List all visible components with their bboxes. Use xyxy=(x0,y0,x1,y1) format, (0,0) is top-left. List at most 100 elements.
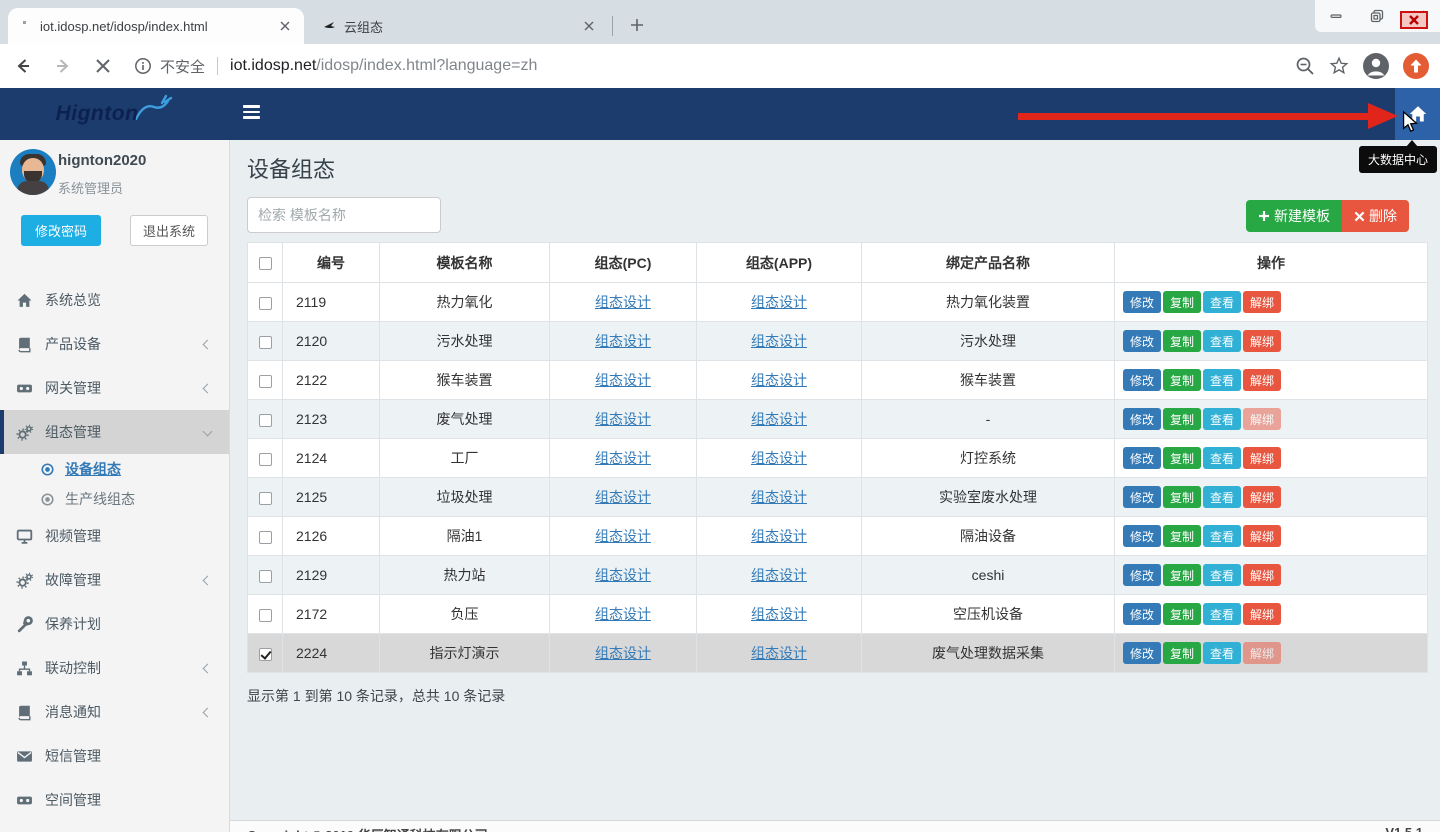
row-checkbox[interactable] xyxy=(259,414,272,427)
unbind-button[interactable]: 解绑 xyxy=(1243,369,1281,391)
app-config-link[interactable]: 组态设计 xyxy=(751,333,807,349)
unbind-button[interactable]: 解绑 xyxy=(1243,564,1281,586)
pc-config-link[interactable]: 组态设计 xyxy=(595,372,651,388)
app-config-link[interactable]: 组态设计 xyxy=(751,528,807,544)
new-tab-button[interactable] xyxy=(624,12,650,38)
sidebar-item[interactable]: 联动控制 xyxy=(0,646,229,690)
row-checkbox[interactable] xyxy=(259,336,272,349)
pc-config-link[interactable]: 组态设计 xyxy=(595,411,651,427)
tab-close-icon[interactable] xyxy=(580,17,598,35)
app-config-link[interactable]: 组态设计 xyxy=(751,372,807,388)
sidebar-item[interactable]: 空间管理 xyxy=(0,778,229,822)
info-icon[interactable] xyxy=(134,57,152,75)
view-button[interactable]: 查看 xyxy=(1203,564,1241,586)
search-input[interactable] xyxy=(247,197,441,233)
copy-button[interactable]: 复制 xyxy=(1163,447,1201,469)
select-all-checkbox[interactable] xyxy=(259,257,272,270)
app-config-link[interactable]: 组态设计 xyxy=(751,489,807,505)
sidebar-item[interactable]: 组态管理 xyxy=(0,410,229,454)
stop-loading-button[interactable] xyxy=(86,49,120,83)
sidebar-item[interactable]: 故障管理 xyxy=(0,558,229,602)
profile-avatar-icon[interactable] xyxy=(1362,52,1390,80)
app-config-link[interactable]: 组态设计 xyxy=(751,294,807,310)
sidebar-subitem[interactable]: 设备组态 xyxy=(0,454,229,484)
change-password-button[interactable]: 修改密码 xyxy=(21,215,101,246)
view-button[interactable]: 查看 xyxy=(1203,603,1241,625)
copy-button[interactable]: 复制 xyxy=(1163,369,1201,391)
delete-button[interactable]: 删除 xyxy=(1342,200,1409,232)
column-header[interactable]: 操作 xyxy=(1115,243,1428,283)
row-checkbox[interactable] xyxy=(259,297,272,310)
modify-button[interactable]: 修改 xyxy=(1123,486,1161,508)
app-config-link[interactable]: 组态设计 xyxy=(751,411,807,427)
browser-tab-current[interactable]: iot.idosp.net/idosp/index.html xyxy=(8,8,304,44)
view-button[interactable]: 查看 xyxy=(1203,408,1241,430)
column-header[interactable]: 编号 xyxy=(283,243,380,283)
copy-button[interactable]: 复制 xyxy=(1163,603,1201,625)
unbind-button[interactable]: 解绑 xyxy=(1243,486,1281,508)
user-avatar[interactable] xyxy=(10,149,56,195)
copy-button[interactable]: 复制 xyxy=(1163,408,1201,430)
unbind-button[interactable]: 解绑 xyxy=(1243,408,1281,430)
modify-button[interactable]: 修改 xyxy=(1123,564,1161,586)
url-field[interactable]: 不安全 iot.idosp.net /idosp/index.html?lang… xyxy=(134,56,1294,77)
modify-button[interactable]: 修改 xyxy=(1123,369,1161,391)
view-button[interactable]: 查看 xyxy=(1203,369,1241,391)
app-config-link[interactable]: 组态设计 xyxy=(751,606,807,622)
modify-button[interactable]: 修改 xyxy=(1123,447,1161,469)
browser-update-icon[interactable] xyxy=(1402,52,1430,80)
sidebar-subitem[interactable]: 生产线组态 xyxy=(0,484,229,514)
pc-config-link[interactable]: 组态设计 xyxy=(595,528,651,544)
modify-button[interactable]: 修改 xyxy=(1123,642,1161,664)
browser-tab-secondary[interactable]: 云组态 xyxy=(312,8,608,44)
back-button[interactable] xyxy=(6,49,40,83)
window-minimize-button[interactable] xyxy=(1321,5,1351,27)
zoom-icon[interactable] xyxy=(1294,55,1316,77)
copy-button[interactable]: 复制 xyxy=(1163,564,1201,586)
unbind-button[interactable]: 解绑 xyxy=(1243,447,1281,469)
copy-button[interactable]: 复制 xyxy=(1163,525,1201,547)
row-checkbox[interactable] xyxy=(259,375,272,388)
sidebar-item[interactable]: 系统总览 xyxy=(0,278,229,322)
sidebar-item[interactable]: 消息通知 xyxy=(0,690,229,734)
column-header[interactable]: 模板名称 xyxy=(380,243,550,283)
column-header[interactable]: 绑定产品名称 xyxy=(862,243,1115,283)
modify-button[interactable]: 修改 xyxy=(1123,525,1161,547)
column-header[interactable]: 组态(PC) xyxy=(550,243,697,283)
copy-button[interactable]: 复制 xyxy=(1163,642,1201,664)
app-config-link[interactable]: 组态设计 xyxy=(751,450,807,466)
bookmark-star-icon[interactable] xyxy=(1328,55,1350,77)
app-config-link[interactable]: 组态设计 xyxy=(751,645,807,661)
modify-button[interactable]: 修改 xyxy=(1123,603,1161,625)
copy-button[interactable]: 复制 xyxy=(1163,291,1201,313)
row-checkbox[interactable] xyxy=(259,648,272,661)
modify-button[interactable]: 修改 xyxy=(1123,408,1161,430)
sidebar-item[interactable]: 产品设备 xyxy=(0,322,229,366)
window-close-button[interactable] xyxy=(1404,5,1434,27)
unbind-button[interactable]: 解绑 xyxy=(1243,642,1281,664)
pc-config-link[interactable]: 组态设计 xyxy=(595,450,651,466)
modify-button[interactable]: 修改 xyxy=(1123,291,1161,313)
modify-button[interactable]: 修改 xyxy=(1123,330,1161,352)
view-button[interactable]: 查看 xyxy=(1203,486,1241,508)
unbind-button[interactable]: 解绑 xyxy=(1243,291,1281,313)
sidebar-item[interactable]: 视频管理 xyxy=(0,514,229,558)
sidebar-item[interactable]: 网关管理 xyxy=(0,366,229,410)
copy-button[interactable]: 复制 xyxy=(1163,330,1201,352)
tab-close-icon[interactable] xyxy=(276,17,294,35)
row-checkbox[interactable] xyxy=(259,570,272,583)
sidebar-item[interactable]: 短信管理 xyxy=(0,734,229,778)
row-checkbox[interactable] xyxy=(259,531,272,544)
row-checkbox[interactable] xyxy=(259,492,272,505)
pc-config-link[interactable]: 组态设计 xyxy=(595,606,651,622)
app-config-link[interactable]: 组态设计 xyxy=(751,567,807,583)
copy-button[interactable]: 复制 xyxy=(1163,486,1201,508)
pc-config-link[interactable]: 组态设计 xyxy=(595,567,651,583)
view-button[interactable]: 查看 xyxy=(1203,291,1241,313)
logout-button[interactable]: 退出系统 xyxy=(130,215,208,246)
pc-config-link[interactable]: 组态设计 xyxy=(595,645,651,661)
view-button[interactable]: 查看 xyxy=(1203,447,1241,469)
view-button[interactable]: 查看 xyxy=(1203,525,1241,547)
view-button[interactable]: 查看 xyxy=(1203,330,1241,352)
menu-toggle-icon[interactable] xyxy=(243,105,260,119)
